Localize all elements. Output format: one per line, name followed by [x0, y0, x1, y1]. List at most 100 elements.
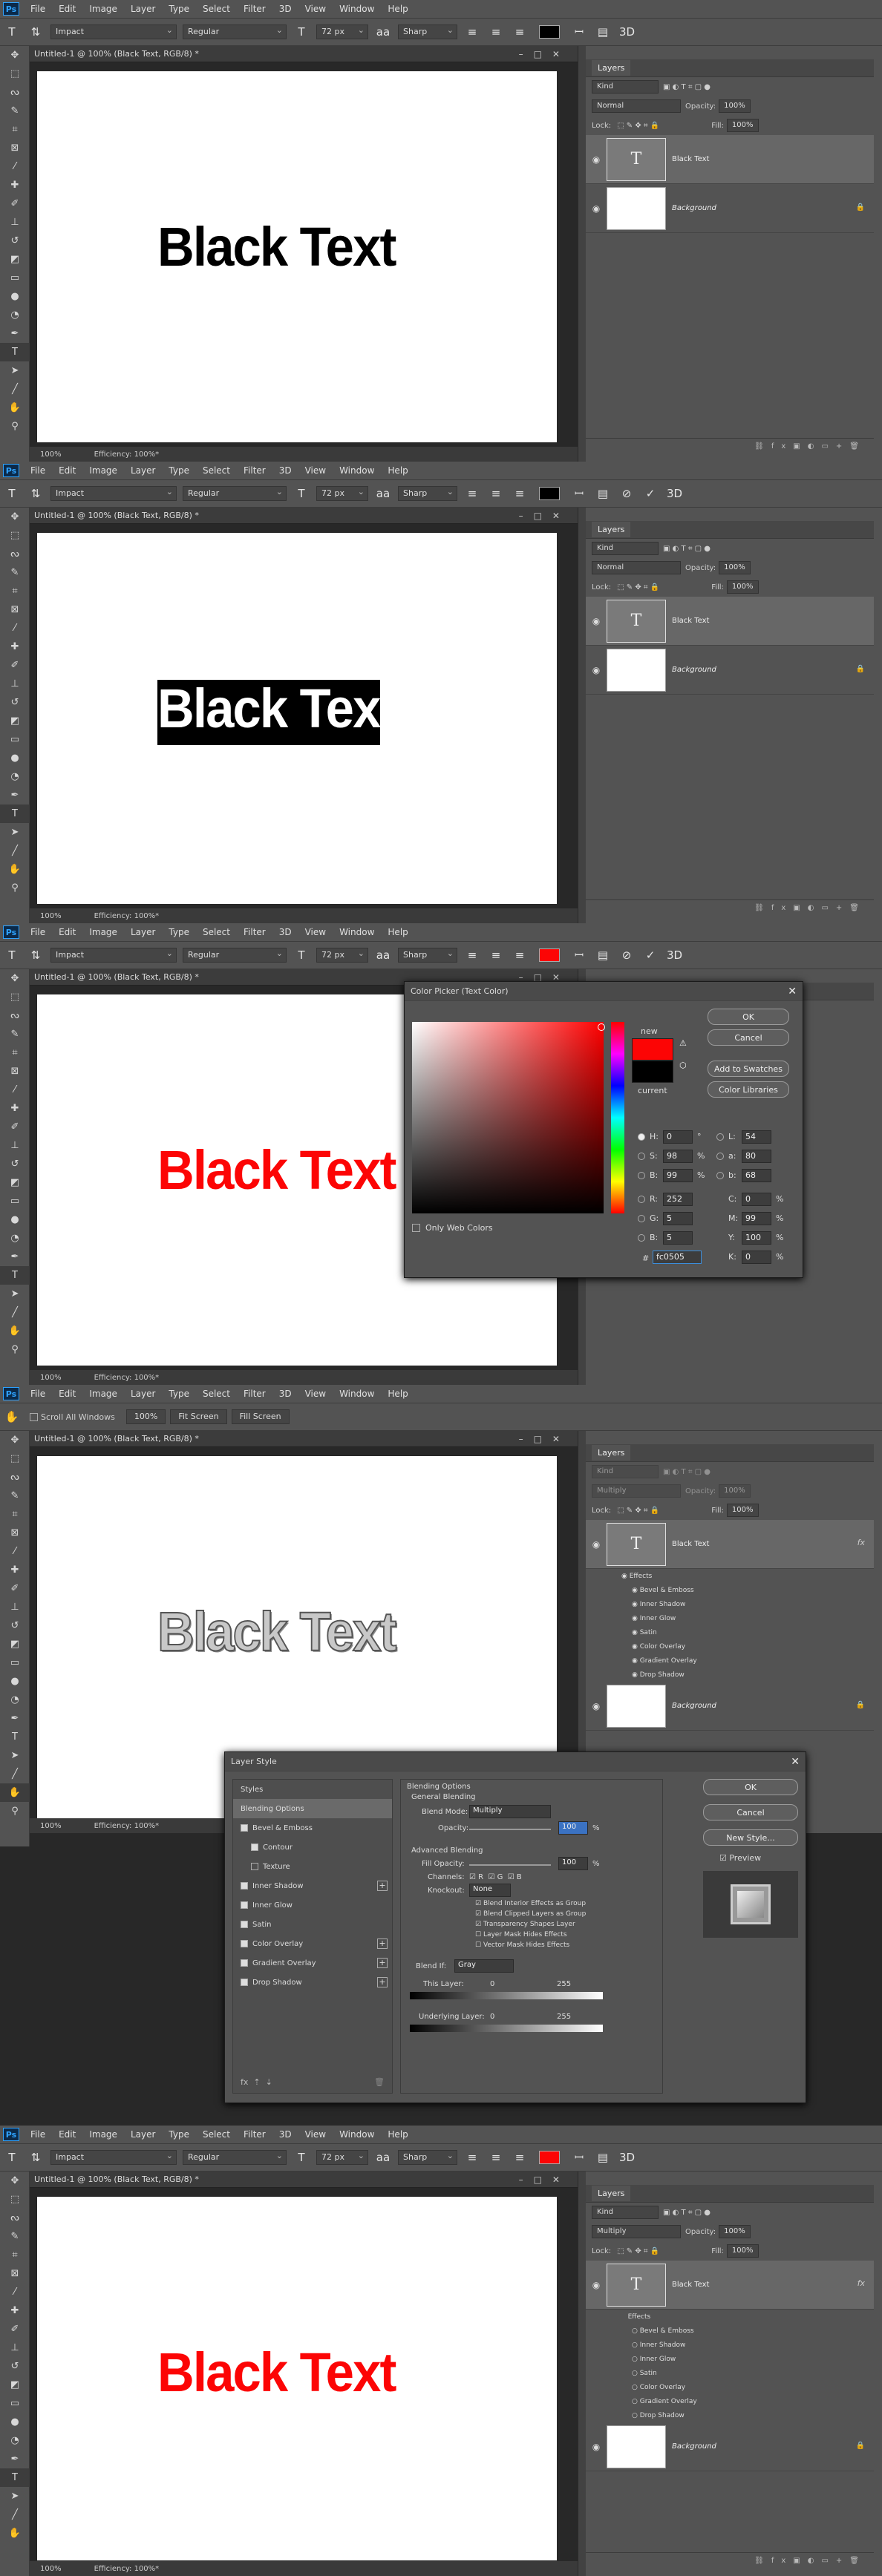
menu-window[interactable]: Window	[333, 4, 381, 14]
path-select-tool-icon[interactable]: ➤	[0, 823, 30, 842]
menu-type[interactable]: Type	[162, 927, 196, 937]
lasso-tool-icon[interactable]: ᔓ	[0, 1006, 30, 1025]
h-radio[interactable]	[638, 1133, 645, 1141]
healing-tool-icon[interactable]: ✚	[0, 1561, 30, 1579]
effect-item-hidden[interactable]: ○ Inner Shadow	[621, 2338, 874, 2352]
filter-icons[interactable]: ▣ ◐ T ⌗ ▢ ●	[663, 545, 710, 553]
menu-filter[interactable]: Filter	[237, 4, 272, 14]
blend-mode-select[interactable]: Multiply	[469, 1805, 551, 1818]
r-field[interactable]: 252	[663, 1193, 693, 1206]
stamp-tool-icon[interactable]: ⊥	[0, 213, 30, 232]
style-texture[interactable]: Texture	[233, 1857, 392, 1876]
path-select-tool-icon[interactable]: ➤	[0, 2487, 30, 2505]
menu-image[interactable]: Image	[82, 4, 124, 14]
s-field[interactable]: 98	[663, 1150, 693, 1163]
window-controls[interactable]: –□✕	[519, 1434, 578, 1444]
zoom-tool-icon[interactable]: ⚲	[0, 417, 30, 436]
menu-3d[interactable]: 3D	[272, 465, 298, 476]
canvas[interactable]: Black Text	[37, 71, 557, 442]
layer-black-text[interactable]: ◉ T Black Text	[586, 135, 874, 184]
frame-tool-icon[interactable]: ⊠	[0, 1062, 30, 1081]
type-tool-icon[interactable]: T	[4, 948, 19, 962]
hand-tool-icon[interactable]: ✋	[4, 1410, 19, 1423]
h-field[interactable]: 0	[663, 1130, 693, 1144]
menu-edit[interactable]: Edit	[52, 1389, 82, 1399]
effects-label[interactable]: ◉ Effects	[621, 1569, 874, 1583]
3d-icon[interactable]: 3D	[667, 948, 682, 962]
lasso-tool-icon[interactable]: ᔓ	[0, 545, 30, 563]
kind-filter[interactable]: Kind	[592, 1465, 659, 1478]
layer-name[interactable]: Black Text	[672, 1540, 709, 1548]
menu-image[interactable]: Image	[82, 465, 124, 476]
antialias-select[interactable]: Sharp	[398, 2150, 457, 2165]
opacity-field[interactable]: 100	[558, 1821, 588, 1835]
fx-icon[interactable]: fx	[858, 2278, 865, 2288]
menu-file[interactable]: File	[24, 2129, 52, 2140]
menu-view[interactable]: View	[298, 1389, 333, 1399]
layer-background[interactable]: ◉ Background 🔒	[586, 184, 874, 233]
lab-b-radio[interactable]	[716, 1172, 724, 1179]
lock-icons[interactable]: ⬚ ✎ ✥ ⌗ 🔒	[617, 1507, 659, 1515]
canvas-text[interactable]: Black Text	[157, 215, 396, 278]
eraser-tool-icon[interactable]: ◩	[0, 712, 30, 730]
document-tab[interactable]: Untitled-1 @ 100% (Black Text, RGB/8) * …	[30, 508, 578, 524]
g-radio[interactable]	[638, 1215, 645, 1222]
canvas-text[interactable]: Black Text	[157, 2341, 396, 2404]
align-left-icon[interactable]: ≡	[465, 948, 480, 962]
visibility-eye-icon[interactable]: ◉	[586, 1539, 607, 1550]
menu-window[interactable]: Window	[333, 465, 381, 476]
opacity-field[interactable]: 100%	[719, 561, 751, 574]
menu-filter[interactable]: Filter	[237, 1389, 272, 1399]
eyedropper-tool-icon[interactable]: ⁄	[0, 1542, 30, 1561]
menu-3d[interactable]: 3D	[272, 4, 298, 14]
path-select-tool-icon[interactable]: ➤	[0, 1746, 30, 1765]
c-field[interactable]: 0	[742, 1193, 771, 1206]
zoom-level[interactable]: 100%	[40, 1374, 62, 1382]
window-controls[interactable]: –□✕	[519, 49, 578, 59]
this-layer-gradient[interactable]	[410, 1992, 603, 1999]
fill-opacity-slider[interactable]	[469, 1864, 551, 1866]
add-icon[interactable]: +	[377, 1958, 388, 1968]
menu-help[interactable]: Help	[381, 1389, 414, 1399]
canvas[interactable]: Black Text	[37, 533, 557, 904]
color-libraries-button[interactable]: Color Libraries	[708, 1081, 789, 1098]
style-checkbox[interactable]	[251, 1863, 258, 1870]
blending-options-item[interactable]: Blending Options	[233, 1799, 392, 1818]
opacity-field[interactable]: 100%	[719, 99, 751, 113]
menu-window[interactable]: Window	[333, 2129, 381, 2140]
channel-checkboxes[interactable]: ☑ R ☑ G ☑ B	[469, 1873, 522, 1881]
filter-icons[interactable]: ▣ ◐ T ⌗ ▢ ●	[663, 1468, 710, 1476]
font-family-select[interactable]: Impact	[50, 24, 177, 39]
style-checkbox[interactable]	[241, 1921, 248, 1928]
style-checkbox[interactable]	[241, 1882, 248, 1890]
healing-tool-icon[interactable]: ✚	[0, 176, 30, 194]
layer-black-text[interactable]: ◉ T Black Text	[586, 597, 874, 646]
window-controls[interactable]: –□✕	[519, 2174, 578, 2185]
dodge-tool-icon[interactable]: ◔	[0, 1691, 30, 1709]
cancel-edit-icon[interactable]: ⊘	[619, 948, 634, 962]
effect-item-hidden[interactable]: ○ Inner Glow	[621, 2352, 874, 2366]
blend-mode-select[interactable]: Multiply	[592, 1484, 681, 1498]
eyedropper-tool-icon[interactable]: ⁄	[0, 619, 30, 638]
layers-tab[interactable]: Layers	[586, 1444, 874, 1462]
visibility-eye-icon[interactable]: ◉	[586, 2442, 607, 2452]
style-gradient-overlay[interactable]: Gradient Overlay +	[233, 1953, 392, 1973]
pen-tool-icon[interactable]: ✒	[0, 324, 30, 343]
blur-tool-icon[interactable]: ●	[0, 1210, 30, 1229]
opacity-field[interactable]: 100%	[719, 1484, 751, 1498]
character-panel-icon[interactable]: ▤	[595, 25, 610, 39]
eyedropper-tool-icon[interactable]: ⁄	[0, 157, 30, 176]
menu-select[interactable]: Select	[196, 2129, 237, 2140]
font-size-select[interactable]: 72 px	[316, 486, 368, 501]
hex-field[interactable]: fc0505	[653, 1251, 702, 1264]
current-color-swatch[interactable]	[632, 1061, 673, 1083]
effect-item[interactable]: ◉ Gradient Overlay	[621, 1654, 874, 1668]
zoom-tool-icon[interactable]: ⚲	[0, 879, 30, 897]
font-size-select[interactable]: 72 px	[316, 2150, 368, 2165]
hand-tool-icon[interactable]: ✋	[0, 1322, 30, 1340]
text-color-swatch[interactable]	[539, 25, 560, 39]
quick-select-tool-icon[interactable]: ✎	[0, 1487, 30, 1505]
close-icon[interactable]: ✕	[788, 986, 797, 997]
menu-layer[interactable]: Layer	[124, 2129, 162, 2140]
add-icon[interactable]: +	[377, 1977, 388, 1987]
